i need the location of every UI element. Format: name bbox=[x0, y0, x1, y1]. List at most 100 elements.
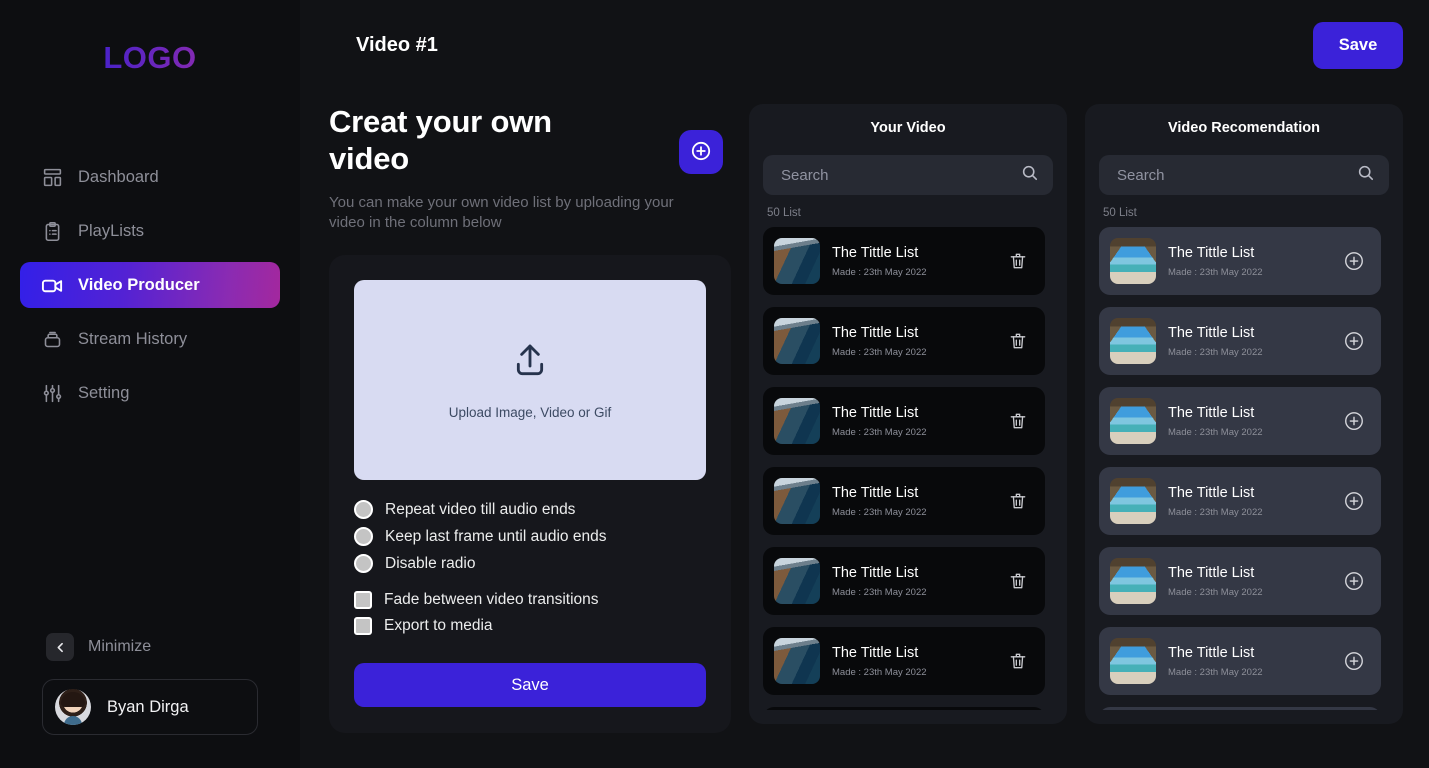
sidebar-nav: Dashboard PlayLists Video Producer Strea… bbox=[0, 154, 300, 416]
list-item-meta: Made : 23th May 2022 bbox=[1168, 266, 1263, 278]
checkbox-option-fade[interactable]: Fade between video transitions bbox=[354, 591, 706, 610]
list-item[interactable]: The Tittle List Made : 23th May 2022 bbox=[1099, 707, 1381, 710]
sidebar-item-label: Dashboard bbox=[78, 167, 159, 186]
trash-icon[interactable] bbox=[1005, 328, 1031, 354]
video-recommendation-panel: Video Recomendation 50 List The Tittle L… bbox=[1085, 104, 1403, 724]
plus-circle-icon[interactable] bbox=[1341, 248, 1367, 274]
list-item[interactable]: The Tittle List Made : 23th May 2022 bbox=[763, 547, 1045, 615]
minimize-label: Minimize bbox=[88, 638, 152, 655]
list-item[interactable]: The Tittle List Made : 23th May 2022 bbox=[763, 227, 1045, 295]
upload-dropzone[interactable]: Upload Image, Video or Gif bbox=[354, 280, 706, 481]
list-item[interactable]: The Tittle List Made : 23th May 2022 bbox=[763, 307, 1045, 375]
trash-icon[interactable] bbox=[1005, 648, 1031, 674]
plus-circle-icon[interactable] bbox=[1341, 408, 1367, 434]
page-title: Video #1 bbox=[356, 33, 438, 56]
plus-circle-icon[interactable] bbox=[1341, 648, 1367, 674]
sidebar-item-label: Video Producer bbox=[78, 275, 200, 294]
search-input[interactable] bbox=[781, 166, 1012, 184]
logo: LOGO bbox=[0, 40, 300, 76]
radio-icon[interactable] bbox=[354, 527, 373, 547]
radio-icon[interactable] bbox=[354, 554, 373, 574]
list-item-title: The Tittle List bbox=[832, 484, 919, 501]
user-profile[interactable]: Byan Dirga bbox=[42, 679, 258, 735]
app-root: LOGO Dashboard PlayLists Video Producer … bbox=[0, 0, 1429, 768]
list-item-meta: Made : 23th May 2022 bbox=[832, 586, 927, 598]
sidebar-item-video-producer[interactable]: Video Producer bbox=[20, 262, 280, 308]
sidebar-item-playlists[interactable]: PlayLists bbox=[20, 208, 280, 254]
plus-circle-icon[interactable] bbox=[1341, 568, 1367, 594]
option-label: Disable radio bbox=[385, 554, 476, 572]
list-item[interactable]: The Tittle List Made : 23th May 2022 bbox=[763, 467, 1045, 535]
list-item-meta: Made : 23th May 2022 bbox=[1168, 426, 1263, 438]
creator-headline: Creat your own video bbox=[329, 104, 552, 176]
your-video-search-box[interactable] bbox=[763, 155, 1053, 195]
video-thumbnail bbox=[1110, 478, 1156, 524]
upload-icon bbox=[510, 340, 550, 387]
list-item[interactable]: The Tittle List Made : 23th May 2022 bbox=[763, 627, 1045, 695]
dashboard-icon bbox=[40, 165, 64, 189]
radio-icon[interactable] bbox=[354, 500, 373, 520]
sidebar-item-label: Setting bbox=[78, 383, 130, 402]
trash-icon[interactable] bbox=[1005, 408, 1031, 434]
plus-circle-icon[interactable] bbox=[1341, 488, 1367, 514]
list-item-meta: Made : 23th May 2022 bbox=[1168, 586, 1263, 598]
trash-icon[interactable] bbox=[1005, 248, 1031, 274]
list-item[interactable]: The Tittle List Made : 23th May 2022 bbox=[763, 387, 1045, 455]
plus-circle-icon[interactable] bbox=[1341, 328, 1367, 354]
checkbox-option-export[interactable]: Export to media bbox=[354, 617, 706, 636]
clipboard-icon bbox=[40, 219, 64, 243]
creator-column: Creat your own video You can make your o… bbox=[329, 104, 731, 734]
list-item-meta: Made : 23th May 2022 bbox=[832, 346, 927, 358]
creator-subtitle: You can make your own video list by uplo… bbox=[329, 194, 674, 232]
list-item[interactable]: The Tittle List Made : 23th May 2022 bbox=[763, 707, 1045, 710]
radio-option-disable-radio[interactable]: Disable radio bbox=[354, 554, 706, 574]
recommendation-list[interactable]: The Tittle List Made : 23th May 2022 The… bbox=[1099, 227, 1389, 710]
list-item[interactable]: The Tittle List Made : 23th May 2022 bbox=[1099, 227, 1381, 295]
content-area: Creat your own video You can make your o… bbox=[300, 90, 1429, 734]
search-input[interactable] bbox=[1117, 166, 1348, 184]
video-thumbnail bbox=[774, 398, 820, 444]
list-item-title: The Tittle List bbox=[832, 404, 919, 421]
sidebar-item-setting[interactable]: Setting bbox=[20, 370, 280, 416]
checkbox-icon[interactable] bbox=[354, 591, 372, 610]
list-item-meta: Made : 23th May 2022 bbox=[832, 666, 927, 678]
list-item[interactable]: The Tittle List Made : 23th May 2022 bbox=[1099, 307, 1381, 375]
checkbox-icon[interactable] bbox=[354, 617, 372, 636]
video-thumbnail bbox=[774, 558, 820, 604]
sidebar: LOGO Dashboard PlayLists Video Producer … bbox=[0, 0, 300, 768]
avatar bbox=[55, 689, 91, 725]
sidebar-item-label: PlayLists bbox=[78, 221, 145, 240]
radio-option-keep-last-frame[interactable]: Keep last frame until audio ends bbox=[354, 527, 706, 547]
creator-form-card: Upload Image, Video or Gif Repeat video … bbox=[329, 255, 731, 734]
list-item-meta: Made : 23th May 2022 bbox=[832, 426, 927, 438]
list-item[interactable]: The Tittle List Made : 23th May 2022 bbox=[1099, 547, 1381, 615]
list-item-title: The Tittle List bbox=[1168, 324, 1255, 341]
trash-icon[interactable] bbox=[1005, 568, 1031, 594]
add-video-button[interactable] bbox=[679, 130, 723, 174]
list-item[interactable]: The Tittle List Made : 23th May 2022 bbox=[1099, 627, 1381, 695]
list-item-title: The Tittle List bbox=[1168, 644, 1255, 661]
sidebar-item-dashboard[interactable]: Dashboard bbox=[20, 154, 280, 200]
sidebar-item-stream-history[interactable]: Stream History bbox=[20, 316, 280, 362]
creator-options: Repeat video till audio ends Keep last f… bbox=[354, 500, 706, 636]
sliders-icon bbox=[40, 381, 64, 405]
list-item-meta: Made : 23th May 2022 bbox=[1168, 346, 1263, 358]
search-icon[interactable] bbox=[1356, 163, 1375, 187]
your-video-panel: Your Video 50 List The Tittle List Made … bbox=[749, 104, 1067, 724]
list-item-meta: Made : 23th May 2022 bbox=[832, 506, 927, 518]
search-icon[interactable] bbox=[1020, 163, 1039, 187]
radio-option-repeat[interactable]: Repeat video till audio ends bbox=[354, 500, 706, 520]
list-item-title: The Tittle List bbox=[832, 564, 919, 581]
recommendation-search-box[interactable] bbox=[1099, 155, 1389, 195]
video-thumbnail bbox=[774, 478, 820, 524]
your-video-list[interactable]: The Tittle List Made : 23th May 2022 The… bbox=[763, 227, 1053, 710]
list-item-meta: Made : 23th May 2022 bbox=[1168, 506, 1263, 518]
trash-icon[interactable] bbox=[1005, 488, 1031, 514]
save-button-form[interactable]: Save bbox=[354, 663, 706, 708]
minimize-button[interactable]: Minimize bbox=[46, 633, 151, 661]
list-item[interactable]: The Tittle List Made : 23th May 2022 bbox=[1099, 467, 1381, 535]
list-item[interactable]: The Tittle List Made : 23th May 2022 bbox=[1099, 387, 1381, 455]
save-button-top[interactable]: Save bbox=[1313, 21, 1403, 69]
video-thumbnail bbox=[1110, 238, 1156, 284]
option-label: Repeat video till audio ends bbox=[385, 500, 576, 518]
